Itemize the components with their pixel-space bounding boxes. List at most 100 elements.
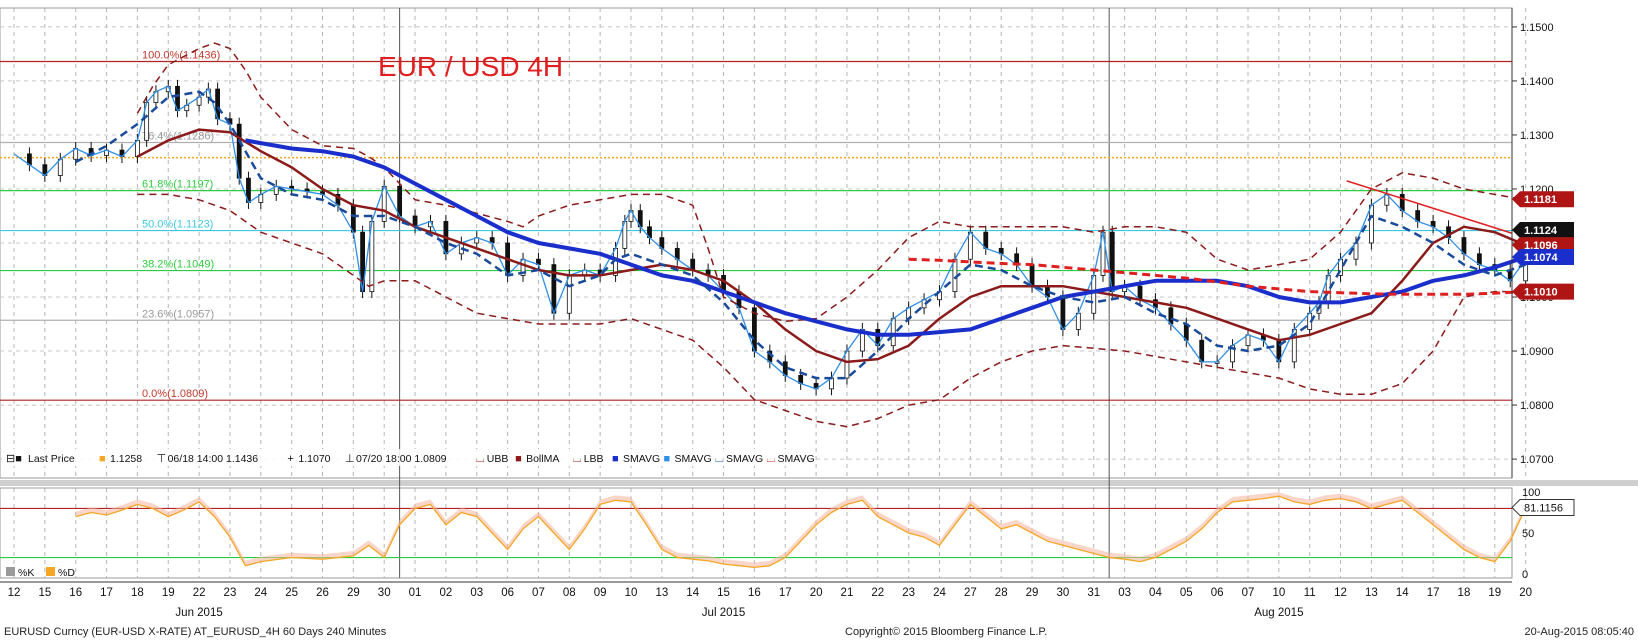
x-day-label: 16: [69, 587, 82, 599]
price-tag-label: 1.1181: [1524, 194, 1557, 206]
legend-icon: ■: [664, 453, 671, 465]
candle-body: [844, 350, 850, 379]
x-day-label: 23: [224, 587, 237, 599]
candle-body: [1029, 264, 1035, 287]
x-day-label: 29: [1026, 587, 1039, 599]
oscillator-legend-swatch: [46, 567, 55, 576]
footer-copyright: Copyright© 2015 Bloomberg Finance L.P.: [845, 626, 1047, 638]
fib-level-label: 61.8%(1.1197): [142, 179, 213, 191]
price-tag-label: 1.1010: [1524, 287, 1558, 299]
x-day-label: 03: [1118, 587, 1131, 599]
x-day-label: 24: [933, 587, 946, 599]
x-month-label: Aug 2015: [1254, 607, 1303, 619]
x-day-label: 06: [501, 587, 514, 599]
x-day-label: 13: [1365, 587, 1378, 599]
fib-level-label: 100.0%(1.1436): [142, 49, 220, 61]
legend-label: UBB: [487, 453, 509, 465]
legend-icon: ■: [99, 453, 106, 465]
x-day-label: 20: [810, 587, 823, 599]
candle-body: [1353, 242, 1359, 260]
legend-label: SMAVG: [778, 453, 815, 465]
candle-body: [1369, 204, 1374, 244]
legend-icon: ⌴: [715, 453, 724, 465]
panel-separator: [0, 480, 1638, 486]
x-day-label: 17: [100, 587, 113, 599]
x-day-label: 20: [1519, 587, 1532, 599]
oscillator-tick-label: 100: [1522, 487, 1540, 499]
y-tick-label: 1.1400: [1520, 76, 1554, 88]
candle-body: [1075, 312, 1081, 330]
x-day-label: 30: [378, 587, 391, 599]
legend-label: 1.1258: [110, 453, 142, 465]
x-day-label: 22: [193, 587, 206, 599]
legend-icon: +: [287, 453, 293, 465]
legend-icon: ⊥: [345, 453, 355, 465]
x-day-label: 17: [779, 587, 792, 599]
x-day-label: 02: [440, 587, 453, 599]
fib-level-label: 38.2%(1.1049): [142, 259, 214, 271]
oscillator-tick-label: 50: [1522, 528, 1534, 540]
x-day-label: 16: [748, 587, 761, 599]
candle-body: [350, 204, 356, 233]
candle-body: [566, 275, 572, 314]
legend-icon: ⌴: [476, 453, 485, 465]
x-day-label: 14: [1396, 587, 1409, 599]
price-tag-label: 1.1074: [1524, 252, 1559, 264]
oscillator-tick-label: 0: [1522, 569, 1528, 581]
x-day-label: 26: [316, 587, 329, 599]
x-day-label: 19: [1488, 587, 1501, 599]
x-day-label: 06: [1211, 587, 1224, 599]
fib-level-label: 23.6%(1.0957): [142, 308, 214, 320]
x-day-label: 07: [532, 587, 545, 599]
y-tick-label: 1.1500: [1520, 22, 1554, 34]
x-day-label: 29: [347, 587, 360, 599]
legend-label: Last Price: [28, 453, 75, 465]
oscillator-legend-label: %D: [58, 567, 75, 579]
y-tick-label: 1.0900: [1520, 346, 1554, 358]
legend-icon: ■: [515, 453, 522, 465]
legend-label: 07/20 18:00 1.0809: [356, 453, 447, 465]
legend-label: BollMA: [526, 453, 559, 465]
x-day-label: 15: [717, 587, 730, 599]
x-month-label: Jul 2015: [702, 607, 745, 619]
x-day-label: 10: [625, 587, 638, 599]
x-day-label: 09: [594, 587, 607, 599]
x-day-label: 18: [131, 587, 144, 599]
legend-icon: ■: [612, 453, 619, 465]
x-day-label: 17: [1427, 587, 1440, 599]
legend-label: SMAVG: [726, 453, 763, 465]
x-day-label: 12: [1334, 587, 1347, 599]
x-day-label: 08: [563, 587, 576, 599]
x-day-label: 31: [1087, 587, 1100, 599]
y-tick-label: 1.0700: [1520, 454, 1554, 466]
x-day-label: 27: [964, 587, 977, 599]
x-day-label: 11: [1304, 587, 1316, 599]
oscillator-value-label: 81.1156: [1524, 503, 1563, 515]
legend-label: LBB: [584, 453, 604, 465]
x-day-label: 18: [1458, 587, 1471, 599]
x-day-label: 14: [686, 587, 699, 599]
footer-source: EURUSD Curncy (EUR-USD X-RATE) AT_EURUSD…: [4, 626, 387, 638]
x-day-label: 01: [409, 587, 422, 599]
chart-root: 100.0%(1.1436) 76.4%(1.1286) 61.8%(1.1197)…: [0, 0, 1638, 641]
y-tick-label: 1.1300: [1520, 130, 1554, 142]
x-day-label: 24: [254, 587, 267, 599]
footer-timestamp: 20-Aug-2015 08:05:40: [1525, 626, 1634, 638]
x-month-label: Jun 2015: [175, 607, 222, 619]
candle-body: [967, 231, 973, 260]
x-day-label: 05: [1180, 587, 1193, 599]
legend-icon: ⊟■: [6, 453, 22, 465]
candle-body: [1091, 275, 1097, 314]
legend-icon: ⊤: [157, 453, 167, 465]
legend-label: SMAVG: [675, 453, 712, 465]
x-day-label: 15: [38, 587, 51, 599]
candle-body: [1060, 296, 1066, 330]
chart-title: EUR / USD 4H: [378, 51, 563, 82]
x-day-label: 03: [470, 587, 483, 599]
oscillator-legend-label: %K: [18, 567, 34, 579]
legend-label: SMAVG: [623, 453, 660, 465]
x-day-label: 22: [871, 587, 884, 599]
x-day-label: 04: [1149, 587, 1162, 599]
price-tag-label: 1.1124: [1524, 225, 1558, 237]
candle-body: [890, 318, 896, 347]
